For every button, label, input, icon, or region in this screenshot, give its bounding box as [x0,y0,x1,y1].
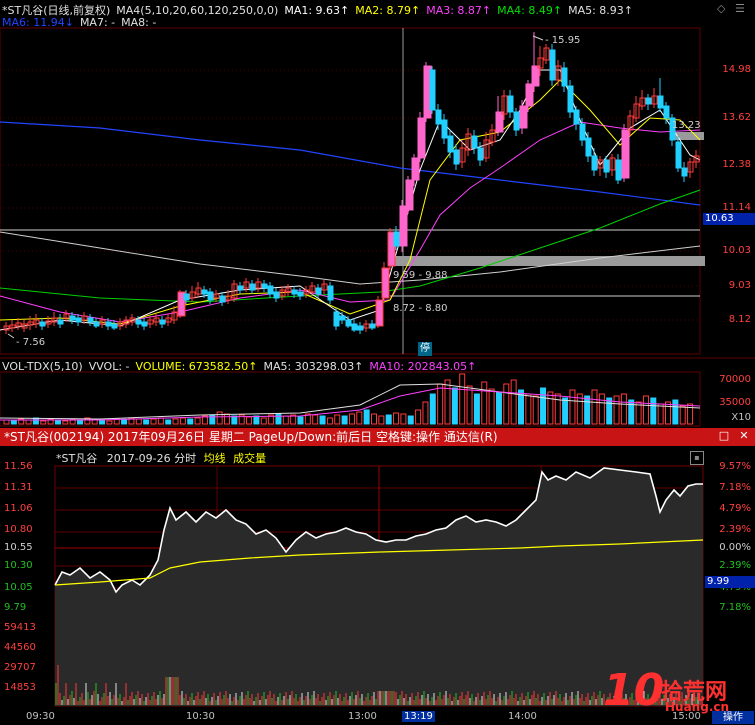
time-label: 13:19 [402,711,435,722]
time-label: 14:00 [508,711,537,722]
axis-label: 11.56 [4,461,33,472]
axis-label: 10.55 [4,542,33,553]
time-label: 10:30 [186,711,215,722]
axis-label: 29707 [4,662,36,673]
axis-label: 11.31 [4,482,33,493]
axis-label: 10.05 [4,582,33,593]
axis-label: 2.39% [719,524,751,535]
axis-label: 7.18% [719,482,751,493]
axis-label: 11.06 [4,503,33,514]
axis-label: 9.79 [4,602,27,613]
axis-label: 44560 [4,642,36,653]
time-label: 13:00 [348,711,377,722]
intraday-chart[interactable] [0,0,755,725]
axis-label: 10.30 [4,560,33,571]
axis-label: 59413 [4,622,36,633]
operate-button[interactable]: 操作 [712,711,754,724]
axis-label: 14853 [4,682,36,693]
watermark-number: 10 [603,665,665,716]
intraday-price-tag: 9.99 [705,576,755,588]
axis-label: 4.79% [719,503,751,514]
time-label: 09:30 [26,711,55,722]
axis-label: 7.18% [719,602,751,613]
axis-label: 0.00% [719,542,751,553]
axis-label: 9.57% [719,461,751,472]
axis-label: 10.80 [4,524,33,535]
axis-label: 2.39% [719,560,751,571]
